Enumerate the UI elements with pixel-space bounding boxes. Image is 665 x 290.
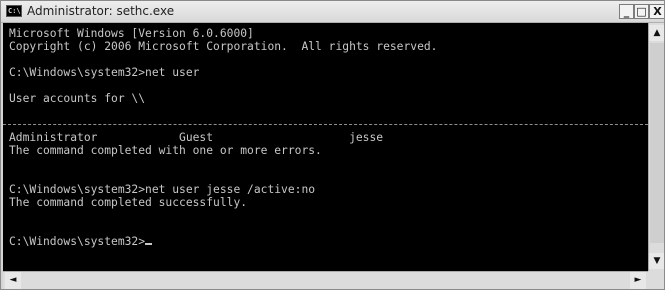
console-line: The command completed successfully.: [9, 196, 248, 209]
console-line: The command completed with one or more e…: [9, 144, 322, 157]
title-bar[interactable]: C:\ Administrator: sethc.exe _ □ X: [1, 1, 664, 23]
console-prompt: C:\Windows\system32>: [9, 235, 146, 248]
close-button[interactable]: X: [649, 4, 664, 19]
console-separator: [3, 118, 648, 131]
console-line: Administrator Guest jesse: [9, 131, 384, 144]
vertical-scrollbar[interactable]: ▲ ▼: [648, 23, 664, 271]
minimize-button[interactable]: _: [619, 4, 634, 19]
cmd-icon: C:\: [6, 5, 22, 17]
text-cursor: [145, 243, 153, 245]
maximize-button[interactable]: □: [634, 4, 649, 19]
console-output[interactable]: Microsoft Windows [Version 6.0.6000] Copy…: [3, 23, 648, 271]
scroll-right-icon[interactable]: ►: [630, 272, 646, 289]
console-line: Microsoft Windows [Version 6.0.6000]: [9, 27, 254, 40]
console-line: C:\Windows\system32>net user jesse /acti…: [9, 183, 316, 196]
console-line: User accounts for \\: [9, 92, 146, 105]
console-prompt-line[interactable]: C:\Windows\system32>: [9, 235, 648, 248]
console-line: C:\Windows\system32>net user: [9, 66, 200, 79]
window-title: Administrator: sethc.exe: [27, 4, 175, 18]
resize-grip[interactable]: [648, 271, 664, 289]
console-line: Copyright (c) 2006 Microsoft Corporation…: [9, 40, 438, 53]
scroll-down-icon[interactable]: ▼: [649, 253, 664, 269]
scroll-left-icon[interactable]: ◄: [5, 272, 21, 289]
console-window: C:\ Administrator: sethc.exe _ □ X Micro…: [0, 0, 665, 290]
horizontal-scrollbar[interactable]: ◄ ►: [3, 271, 648, 289]
vertical-scroll-thumb[interactable]: [650, 43, 664, 243]
scroll-up-icon[interactable]: ▲: [649, 25, 664, 41]
